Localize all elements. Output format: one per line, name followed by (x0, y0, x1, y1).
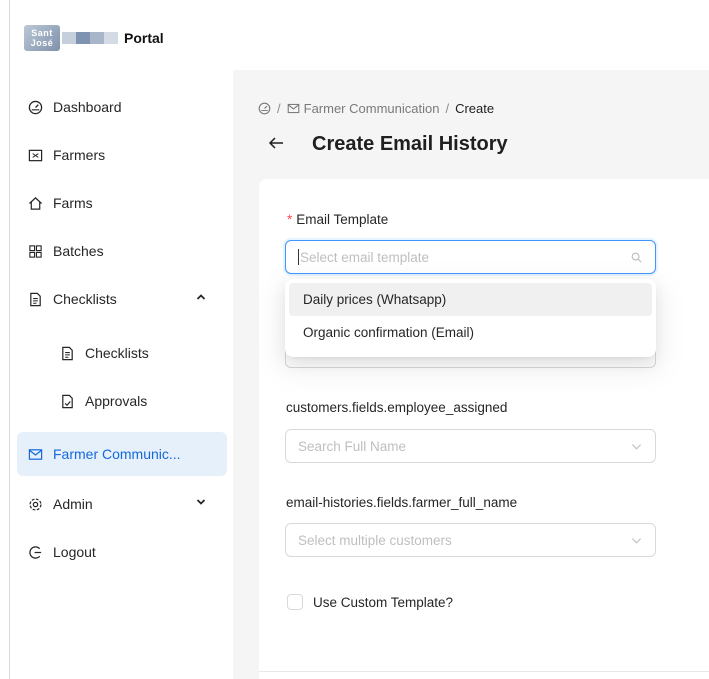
sidebar-item-label: Farmers (53, 147, 106, 163)
id-card-icon (27, 147, 43, 163)
email-template-placeholder: Select email template (300, 249, 430, 265)
search-icon (629, 250, 643, 264)
logo-text-top: Sant (31, 28, 53, 38)
gear-icon (27, 496, 43, 512)
employee-assigned-placeholder: Search Full Name (298, 438, 407, 454)
file-icon (27, 291, 43, 307)
chevron-down-icon (629, 533, 643, 547)
employee-assigned-label: customers.fields.employee_assigned (286, 400, 508, 415)
custom-template-row: Use Custom Template? (287, 594, 453, 610)
text-cursor (298, 249, 299, 265)
dropdown-option[interactable]: Daily prices (Whatsapp) (289, 283, 652, 316)
back-arrow-icon[interactable] (268, 135, 284, 156)
farmer-full-name-placeholder: Select multiple customers (298, 532, 452, 548)
file-icon (59, 345, 75, 361)
employee-assigned-select[interactable]: Search Full Name (285, 429, 656, 463)
sidebar-item-label: Checklists (53, 291, 117, 307)
home-icon (27, 195, 43, 211)
file-check-icon (59, 393, 75, 409)
email-template-dropdown: Daily prices (Whatsapp) Organic confirma… (285, 279, 656, 357)
sidebar-item-farmer-communication[interactable]: Farmer Communic... (17, 432, 227, 476)
card-divider (259, 671, 709, 672)
sidebar-item-label: Farmer Communic... (53, 446, 181, 462)
logo-redacted-mark (62, 32, 118, 44)
chevron-up-icon (195, 291, 207, 303)
logo-text-bottom: José (30, 38, 54, 48)
sidebar-item-batches[interactable]: Batches (17, 229, 227, 273)
brand-logo[interactable]: Sant José Portal (24, 25, 164, 51)
breadcrumb-link-farmer-communication[interactable]: Farmer Communication (304, 101, 440, 116)
sidebar-item-farms[interactable]: Farms (17, 181, 227, 225)
sidebar-item-admin[interactable]: Admin (17, 482, 227, 526)
sidebar-item-label: Admin (53, 496, 93, 512)
custom-template-checkbox[interactable] (287, 594, 303, 610)
dashboard-icon[interactable] (258, 102, 271, 115)
sidebar-subitem-approvals[interactable]: Approvals (17, 379, 227, 423)
sidebar-item-farmers[interactable]: Farmers (17, 133, 227, 177)
page-title: Create Email History (312, 133, 508, 155)
sidebar-item-label: Logout (53, 544, 96, 560)
chevron-down-icon (629, 439, 643, 453)
logout-icon (27, 544, 43, 560)
chevron-down-icon (195, 496, 207, 508)
breadcrumb-current: Create (455, 101, 495, 116)
email-template-label: * Email Template (287, 212, 388, 227)
sidebar-item-label: Batches (53, 243, 104, 259)
sidebar: Dashboard Farmers Farms Batches Checklis… (10, 70, 232, 679)
farmer-full-name-label: email-histories.fields.farmer_full_name (286, 495, 518, 510)
breadcrumb: / Farmer Communication / Create (258, 101, 494, 116)
sidebar-item-logout[interactable]: Logout (17, 530, 227, 574)
sidebar-item-checklists[interactable]: Checklists (17, 277, 227, 321)
sidebar-subitem-checklists[interactable]: Checklists (17, 331, 227, 375)
app-name: Portal (124, 30, 164, 46)
custom-template-label[interactable]: Use Custom Template? (313, 595, 453, 610)
mail-icon (287, 102, 300, 115)
dropdown-option[interactable]: Organic confirmation (Email) (289, 316, 652, 349)
email-template-select[interactable]: Select email template (285, 240, 656, 274)
sidebar-item-label: Checklists (85, 345, 149, 361)
required-mark: * (287, 212, 293, 227)
farmer-full-name-select[interactable]: Select multiple customers (285, 523, 656, 557)
sidebar-item-dashboard[interactable]: Dashboard (17, 85, 227, 129)
logo-badge: Sant José (24, 25, 60, 51)
breadcrumb-separator: / (445, 101, 450, 116)
mail-icon (27, 446, 43, 462)
breadcrumb-separator: / (277, 101, 281, 116)
sidebar-item-label: Approvals (85, 393, 148, 409)
grid-icon (27, 243, 43, 259)
sidebar-item-label: Farms (53, 195, 93, 211)
dashboard-icon (27, 99, 43, 115)
sidebar-item-label: Dashboard (53, 99, 122, 115)
label-text: Email Template (296, 212, 389, 227)
